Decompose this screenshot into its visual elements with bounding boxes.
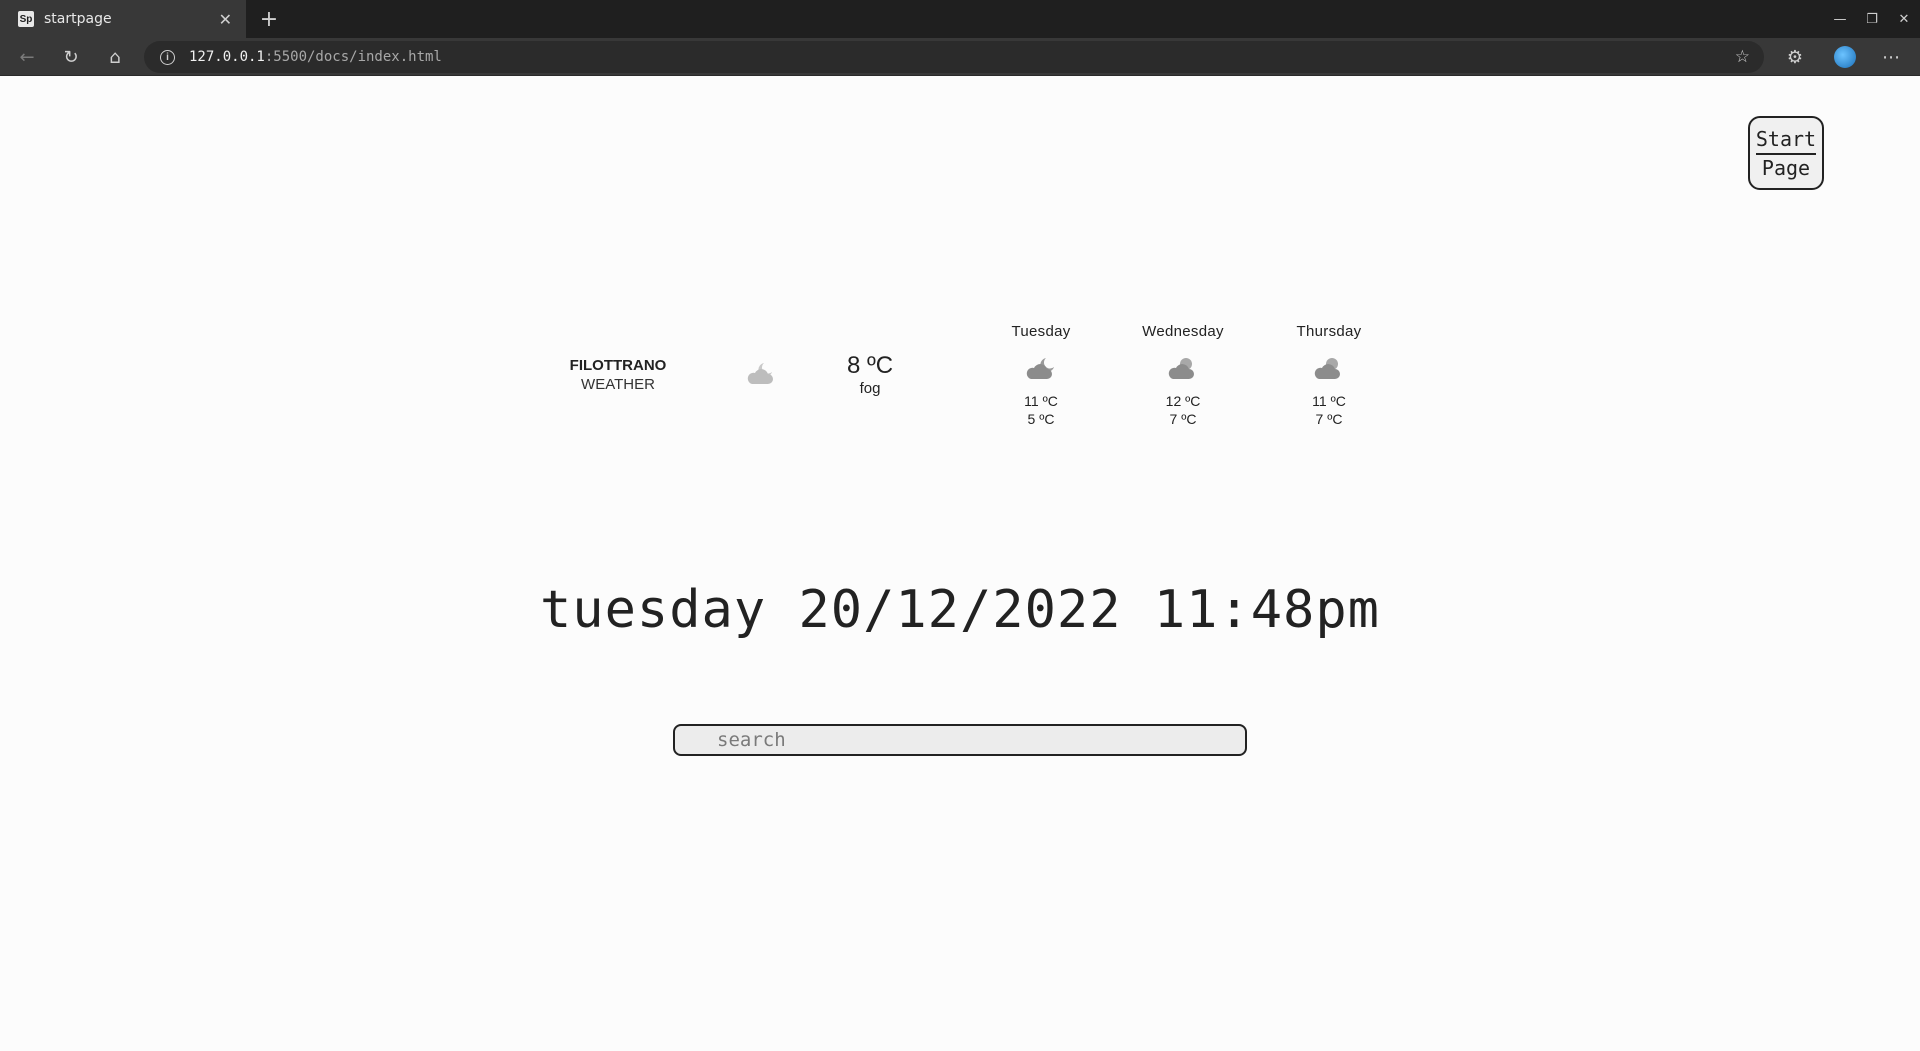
partly-cloudy-night-icon xyxy=(744,360,776,390)
current-temp: 8 ºC xyxy=(846,352,894,379)
forecast-day: Wednesday 12 ºC 7 ºC xyxy=(1123,322,1243,428)
profile-button[interactable] xyxy=(1830,42,1860,72)
city-name: FILOTTRANO xyxy=(569,357,667,374)
back-icon[interactable]: ← xyxy=(12,42,42,72)
site-favicon-icon: Sp xyxy=(18,11,34,27)
forecast-day-name: Tuesday xyxy=(1011,323,1071,340)
logo-line-2: Page xyxy=(1761,155,1811,180)
weather-label: WEATHER xyxy=(581,376,655,393)
weather-location: FILOTTRANO WEATHER xyxy=(560,356,676,394)
forecast-day-name: Thursday xyxy=(1296,323,1362,340)
address-bar[interactable]: i 127.0.0.1:5500/docs/index.html ☆ xyxy=(144,41,1764,73)
browser-tab-bar: Sp startpage ✕ + — ❐ ✕ xyxy=(0,0,1920,38)
url-host: 127.0.0.1 xyxy=(189,49,265,65)
cloudy-icon xyxy=(1269,350,1389,386)
forecast-day: Thursday 11 ºC 7 ºC xyxy=(1269,322,1389,428)
tab-title: startpage xyxy=(44,11,112,27)
add-favorite-icon[interactable]: ☆ xyxy=(1735,47,1750,67)
avatar xyxy=(1834,46,1856,68)
current-description: fog xyxy=(859,380,881,397)
forecast-high: 12 ºC xyxy=(1165,393,1201,409)
cloudy-icon xyxy=(1123,350,1243,386)
forecast-day: Tuesday 11 ºC 5 ºC xyxy=(981,322,1101,428)
current-weather: 8 ºC fog xyxy=(820,352,920,398)
more-menu-icon[interactable]: ⋯ xyxy=(1876,42,1906,72)
forecast-low: 7 ºC xyxy=(1315,411,1343,427)
search-input[interactable] xyxy=(673,724,1247,756)
browser-tab[interactable]: Sp startpage ✕ xyxy=(0,0,246,38)
restore-icon[interactable]: ❐ xyxy=(1856,0,1888,38)
forecast-high: 11 ºC xyxy=(1312,393,1346,409)
close-window-icon[interactable]: ✕ xyxy=(1888,0,1920,38)
minimize-icon[interactable]: — xyxy=(1824,0,1856,38)
startpage-logo: Start Page xyxy=(1748,116,1824,190)
date-time-display: tuesday 20/12/2022 11:48pm xyxy=(540,580,1380,640)
url-path: :5500/docs/index.html xyxy=(264,49,442,65)
forecast-low: 5 ºC xyxy=(1027,411,1055,427)
browser-toolbar: ← ↻ ⌂ i 127.0.0.1:5500/docs/index.html ☆… xyxy=(0,38,1920,76)
new-tab-button[interactable]: + xyxy=(254,4,284,34)
weather-widget: FILOTTRANO WEATHER 8 ºC fog Tuesday 11 º… xyxy=(0,318,1920,438)
reload-icon[interactable]: ↻ xyxy=(56,42,86,72)
forecast-low: 7 ºC xyxy=(1169,411,1197,427)
partly-cloudy-night-icon xyxy=(981,350,1101,386)
tab-close-icon[interactable]: ✕ xyxy=(219,10,232,29)
extensions-icon[interactable]: ⚙ xyxy=(1780,42,1810,72)
forecast-high: 11 ºC xyxy=(1024,393,1058,409)
home-icon[interactable]: ⌂ xyxy=(100,42,130,72)
forecast-day-name: Wednesday xyxy=(1142,323,1224,340)
logo-line-1: Start xyxy=(1755,126,1817,155)
window-controls: — ❐ ✕ xyxy=(1824,0,1920,38)
site-info-icon[interactable]: i xyxy=(160,49,175,65)
